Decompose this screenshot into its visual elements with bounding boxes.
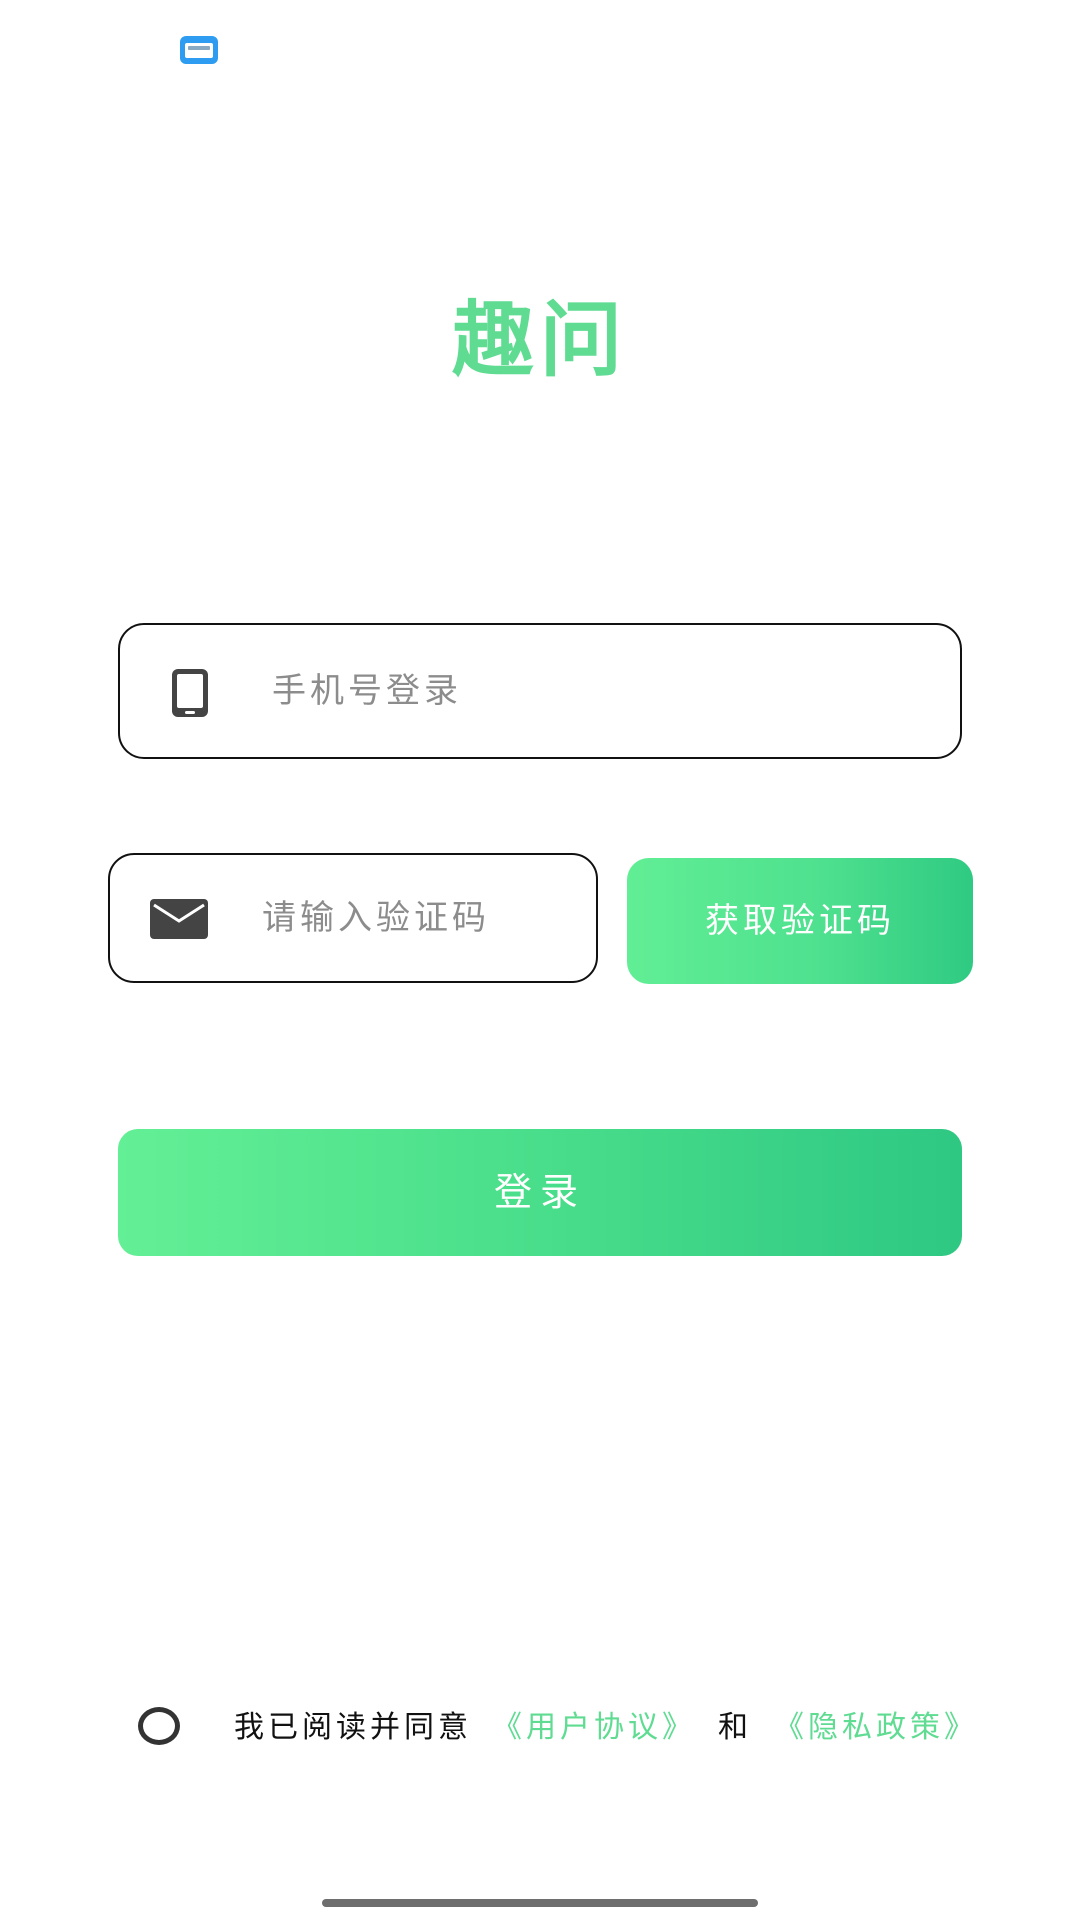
- get-code-button[interactable]: 获取验证码: [627, 858, 973, 984]
- login-screen: 趣问 手机号登录 请输入验证码 获取验证码 登录 我已阅读并同意 《用户协议》和《…: [0, 0, 1080, 1920]
- agreement-connector: 和: [718, 1710, 752, 1745]
- privacy-policy-link[interactable]: 《隐私政策》: [774, 1710, 978, 1745]
- mobile-phone-icon: [172, 669, 208, 717]
- app-title: 趣问: [451, 293, 628, 388]
- agreement-prefix: 我已阅读并同意: [234, 1710, 472, 1745]
- login-button[interactable]: 登录: [118, 1129, 962, 1256]
- notification-card-icon: [180, 36, 218, 64]
- user-agreement-link[interactable]: 《用户协议》: [492, 1710, 696, 1745]
- phone-field[interactable]: 手机号登录: [118, 623, 962, 759]
- home-indicator[interactable]: [322, 1899, 758, 1907]
- verification-code-field[interactable]: 请输入验证码: [108, 853, 598, 983]
- code-placeholder: 请输入验证码: [262, 898, 490, 938]
- envelope-icon: [150, 899, 208, 939]
- agree-radio-button[interactable]: [138, 1707, 180, 1745]
- phone-placeholder: 手机号登录: [272, 671, 462, 711]
- agreement-text: 我已阅读并同意 《用户协议》和《隐私政策》: [234, 1700, 978, 1756]
- agreement-row: 我已阅读并同意 《用户协议》和《隐私政策》: [0, 1700, 1080, 1756]
